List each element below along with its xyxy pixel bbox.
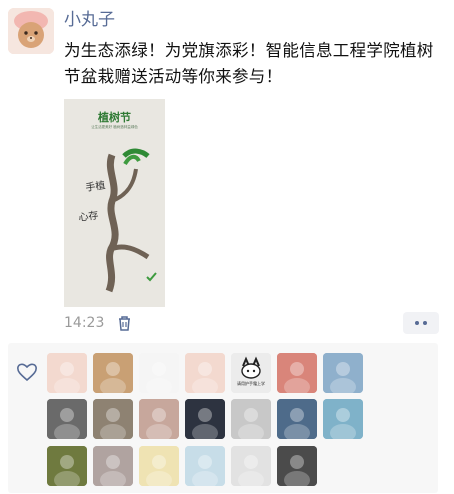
trash-icon[interactable]	[117, 315, 132, 331]
liker-avatar[interactable]	[185, 399, 225, 439]
liker-avatar[interactable]	[47, 446, 87, 486]
author-avatar[interactable]	[8, 8, 54, 54]
liker-avatar[interactable]	[231, 399, 271, 439]
liker-avatar[interactable]	[231, 446, 271, 486]
liker-avatar[interactable]	[185, 353, 225, 393]
liker-avatar[interactable]	[139, 353, 179, 393]
more-dot-icon	[415, 321, 419, 325]
more-actions-button[interactable]	[403, 312, 439, 334]
liker-avatar[interactable]	[93, 399, 133, 439]
liker-avatar-caption: 请用护手霜上学	[237, 381, 265, 386]
liker-avatar[interactable]	[323, 353, 363, 393]
liker-avatar[interactable]	[93, 353, 133, 393]
liker-avatar[interactable]	[277, 399, 317, 439]
liker-avatar[interactable]	[323, 399, 363, 439]
post-author-name[interactable]: 小丸子	[64, 9, 115, 31]
post-image[interactable]: 手植 心存 植树节 让生活更美好 植树造林益绿色	[64, 99, 165, 307]
poster-subtitle: 让生活更美好 植树造林益绿色	[91, 125, 138, 129]
post-text: 为生态添绿！为党旗添彩！智能信息工程学院植树节盆栽赠送活动等你来参与！	[64, 41, 434, 86]
more-dot-icon	[423, 321, 427, 325]
liker-avatar[interactable]	[47, 399, 87, 439]
liker-avatar[interactable]	[277, 353, 317, 393]
liker-avatar[interactable]: 请用护手霜上学	[231, 353, 271, 393]
poster-title: 植树节	[98, 111, 131, 124]
liker-avatar[interactable]	[185, 446, 225, 486]
liker-avatar[interactable]	[93, 446, 133, 486]
heart-icon	[17, 363, 37, 381]
liker-avatar[interactable]	[139, 399, 179, 439]
liker-avatar[interactable]	[277, 446, 317, 486]
liker-avatar[interactable]	[139, 446, 179, 486]
post-time: 14:23	[64, 315, 105, 331]
liker-avatar[interactable]	[47, 353, 87, 393]
